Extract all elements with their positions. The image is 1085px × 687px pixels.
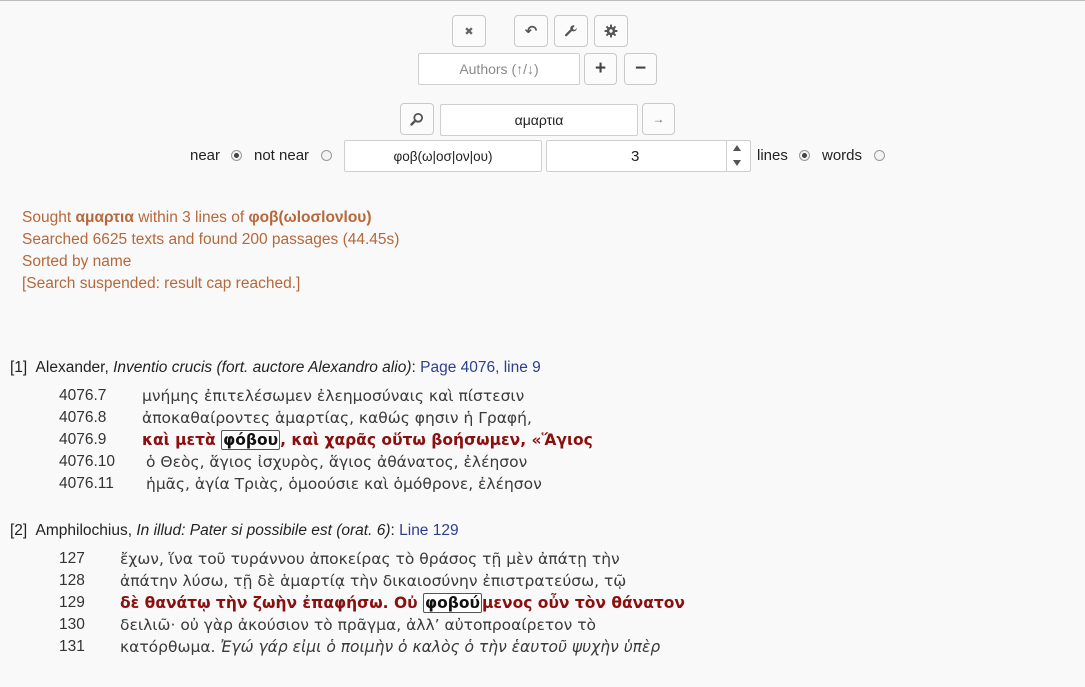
line-number: 130: [59, 616, 85, 633]
hit-keyword: φοβού: [423, 593, 482, 613]
authors-placeholder: Authors (↑/↓): [459, 61, 539, 77]
result-header: [1] Alexander, Inventio crucis (fort. au…: [10, 359, 541, 377]
words-label: words: [822, 147, 863, 164]
status-sought-prefix: Sought: [22, 209, 76, 226]
distance-stepper[interactable]: 3: [546, 140, 751, 172]
status-sorted: Sorted by name: [22, 253, 132, 270]
near-label: near: [190, 147, 221, 164]
stepper-down-icon[interactable]: [733, 160, 741, 166]
passage-line: δειλιῶ· οὐ γὰρ ἀκούσιον τὸ πρᾶγμα, ἀλλ’ …: [120, 616, 597, 634]
gear-icon: [604, 24, 618, 38]
close-icon: ✖: [464, 25, 474, 38]
line-number: 4076.11: [59, 475, 114, 492]
result-work: In illud: Pater si possibile est (orat. …: [136, 522, 391, 539]
passage-line: ἀπάτην λύσω, τῇ δὲ ἁμαρτίᾳ τὴν δικαιοσύν…: [120, 572, 627, 590]
stepper-divider: [726, 141, 727, 171]
minus-icon: −: [634, 58, 647, 79]
add-author-button[interactable]: +: [584, 53, 617, 85]
passage-quote: Ἐγώ γάρ εἰμι ὁ ποιμὴν ὁ καλὸς ὁ τὴν ἑαυτ…: [220, 638, 661, 656]
stepper-up-icon[interactable]: [733, 145, 741, 151]
status-searched: Searched 6625 texts and found 200 passag…: [22, 231, 400, 248]
plus-icon: +: [594, 58, 607, 79]
distance-value: 3: [631, 147, 640, 165]
status-suspended: [Search suspended: result cap reached.]: [22, 275, 301, 292]
status-sought-mid: within 3 lines of: [133, 209, 249, 226]
result-locus-link[interactable]: Page 4076, line 9: [420, 359, 541, 376]
result-colon: :: [411, 359, 416, 376]
go-button[interactable]: →: [642, 103, 675, 135]
passage-line: μνήμης ἐπιτελέσωμεν ἐλεημοσύναις καὶ πίσ…: [142, 387, 525, 405]
result-colon: :: [390, 522, 395, 539]
line-number: 129: [59, 594, 85, 611]
hit-post: μενος οὖν τὸν θάνατον: [481, 594, 685, 612]
passage-text: κατόρθωμα.: [120, 638, 221, 656]
line-number: 4076.10: [59, 453, 116, 470]
result-work: Inventio crucis (fort. auctore Alexandro…: [113, 359, 412, 376]
result-author: Amphilochius,: [35, 522, 133, 539]
lines-radio[interactable]: [799, 150, 810, 161]
search-query: αμαρτια: [514, 112, 564, 128]
passage-line: ἡμᾶς, ἁγία Τριὰς, ὁμοούσιε καὶ ὁμόθρονε,…: [146, 475, 542, 493]
passage-line: κατόρθωμα. Ἐγώ γάρ εἰμι ὁ ποιμὴν ὁ καλὸς…: [120, 638, 660, 656]
line-number: 127: [59, 550, 85, 567]
passage-line: ἀποκαθαίροντες ἁμαρτίας, καθώς φησιν ἡ Γ…: [142, 409, 532, 427]
search-input[interactable]: αμαρτια: [440, 104, 638, 136]
hit-post: , καὶ χαρᾶς οὕτω βοήσωμεν, «Ἅγιος: [280, 431, 593, 449]
search-icon: [410, 113, 423, 126]
search-button[interactable]: [400, 103, 434, 135]
result-author: Alexander,: [35, 359, 109, 376]
passage-line-hit: δὲ θανάτῳ τὴν ζωὴν ἐπαφήσω. Οὐ φοβού μενο…: [120, 593, 685, 613]
status-proximity-term: φοβ(ωlοσlονlου): [248, 209, 372, 226]
result-locus-link[interactable]: Line 129: [399, 522, 458, 539]
line-number: 4076.8: [59, 409, 107, 426]
not-near-label: not near: [254, 147, 310, 164]
undo-button[interactable]: ↶: [514, 15, 548, 47]
line-number: 4076.9: [59, 431, 107, 448]
wrench-icon: [564, 25, 577, 37]
passage-line: ὁ Θεὸς, ἅγιος ἰσχυρὸς, ἅγιος ἀθάνατος, ἐ…: [146, 453, 528, 471]
result-index: [1]: [10, 359, 28, 376]
status-sought: Sought αμαρτια within 3 lines of φοβ(ωlο…: [22, 209, 372, 227]
not-near-radio[interactable]: [321, 150, 332, 161]
authors-input[interactable]: Authors (↑/↓): [418, 53, 580, 85]
passage-line: ἔχων, ἵνα τοῦ τυράννου ἀποκείρας τὸ θράσ…: [120, 550, 620, 568]
settings-button[interactable]: [594, 15, 628, 47]
line-number: 131: [59, 638, 85, 655]
hit-keyword: φόβου: [221, 430, 281, 450]
near-radio[interactable]: [231, 150, 242, 161]
line-number: 128: [59, 572, 85, 589]
passage-line-hit: καὶ μετὰ φόβου, καὶ χαρᾶς οὕτω βοήσωμεν,…: [142, 430, 593, 450]
remove-author-button[interactable]: −: [624, 53, 657, 85]
result-index: [2]: [10, 522, 28, 539]
words-radio[interactable]: [874, 150, 885, 161]
undo-icon: ↶: [524, 23, 538, 40]
lines-label: lines: [757, 147, 788, 164]
hit-pre: δὲ θανάτῳ τὴν ζωὴν ἐπαφήσω. Οὐ: [120, 594, 423, 612]
proximity-term-input[interactable]: φοβ(ω|οσ|ον|ου): [344, 140, 542, 172]
result-header: [2] Amphilochius, In illud: Pater si pos…: [10, 522, 459, 540]
proximity-term: φοβ(ω|οσ|ον|ου): [393, 148, 493, 164]
clear-button[interactable]: ✖: [452, 15, 486, 47]
line-number: 4076.7: [59, 387, 107, 404]
tools-button[interactable]: [554, 15, 588, 47]
arrow-right-icon: →: [652, 112, 665, 126]
status-query-term: αμαρτια: [75, 209, 134, 226]
hit-pre: καὶ μετὰ: [142, 431, 222, 449]
